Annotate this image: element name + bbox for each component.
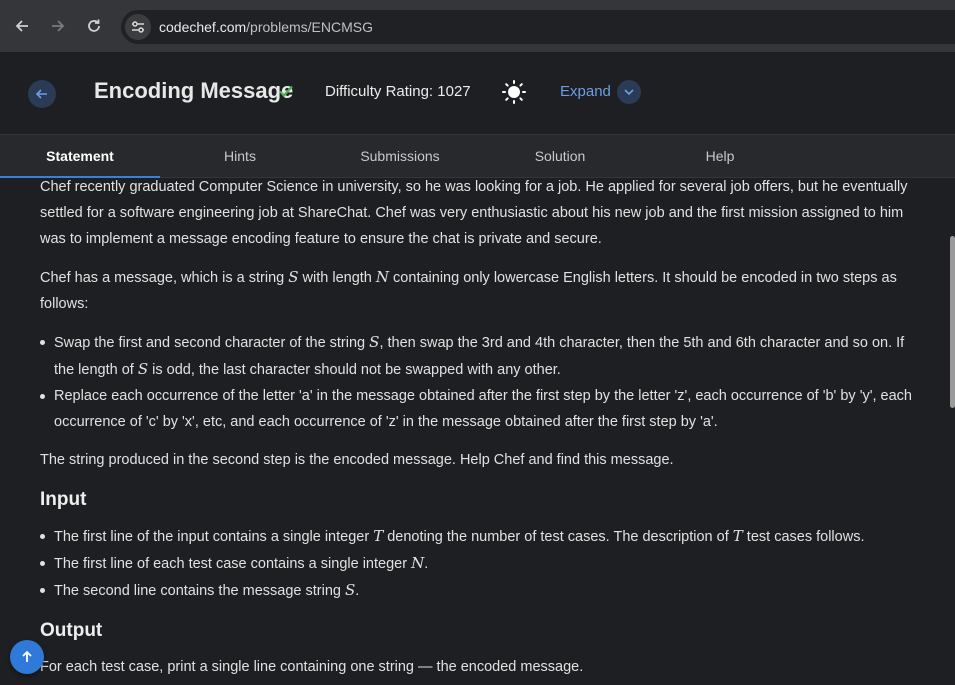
- text: The second line contains the message str…: [54, 583, 345, 599]
- arrow-left-icon: [35, 89, 47, 99]
- theme-toggle-button[interactable]: [502, 80, 526, 109]
- math-var: N: [411, 554, 425, 572]
- chevron-down-icon: [624, 89, 634, 96]
- url-host: codechef.com: [159, 19, 247, 35]
- text: Chef has a message, which is a string: [40, 270, 289, 286]
- browser-toolbar: codechef.com/problems/ENCMSG: [0, 0, 955, 52]
- problem-statement: Chef recently graduated Computer Science…: [0, 178, 940, 685]
- scroll-to-top-button[interactable]: [10, 640, 44, 674]
- text: is odd, the last character should not be…: [148, 362, 561, 378]
- browser-reload-button[interactable]: [76, 8, 112, 44]
- expand-button[interactable]: Expand: [560, 83, 611, 100]
- text: Swap the first and second character of t…: [54, 335, 370, 351]
- browser-forward-button[interactable]: [40, 8, 76, 44]
- math-var: T: [732, 527, 743, 545]
- statement-paragraph: The string produced in the second step i…: [40, 452, 674, 468]
- list-item: The first line of the input contains a s…: [40, 523, 920, 550]
- encoding-steps-list: Swap the first and second character of t…: [40, 329, 920, 435]
- back-to-problems-button[interactable]: [28, 80, 56, 108]
- page-title: Encoding Message: [94, 78, 294, 103]
- arrow-right-icon: [52, 20, 65, 32]
- math-var: T: [373, 527, 384, 545]
- math-var: N: [375, 268, 390, 286]
- url-text: codechef.com/problems/ENCMSG: [159, 19, 373, 35]
- expand-toggle[interactable]: [617, 80, 641, 104]
- problem-tabs: Statement Hints Submissions Solution Hel…: [0, 134, 955, 178]
- input-list: The first line of the input contains a s…: [40, 523, 920, 604]
- list-item: Swap the first and second character of t…: [40, 329, 920, 383]
- difficulty-rating: Difficulty Rating: 1027: [325, 83, 471, 100]
- text: denoting the number of test cases. The d…: [383, 529, 733, 545]
- url-path: /problems/ENCMSG: [246, 19, 373, 35]
- statement-paragraph: Chef recently graduated Computer Science…: [40, 179, 908, 247]
- statement-paragraph: Chef has a message, which is a string S …: [40, 264, 920, 317]
- math-var: S: [369, 333, 380, 351]
- tune-icon: [132, 21, 144, 33]
- sun-icon: [502, 80, 526, 104]
- scrollbar-thumb[interactable]: [950, 236, 955, 408]
- tab-submissions[interactable]: Submissions: [320, 135, 480, 177]
- input-heading: Input: [40, 489, 87, 510]
- browser-back-button[interactable]: [4, 8, 40, 44]
- statement-body: Chef recently graduated Computer Science…: [40, 178, 920, 685]
- text: .: [424, 556, 429, 572]
- statement-paragraph: For each test case, print a single line …: [40, 659, 584, 675]
- math-var: S: [288, 268, 299, 286]
- arrow-up-icon: [22, 650, 32, 662]
- list-item: Replace each occurrence of the letter 'a…: [40, 383, 920, 435]
- site-info-button[interactable]: [125, 14, 151, 40]
- list-item: The first line of each test case contain…: [40, 550, 920, 577]
- text: The first line of the input contains a s…: [54, 529, 374, 545]
- text: .: [355, 583, 360, 599]
- tab-hints[interactable]: Hints: [160, 135, 320, 177]
- tab-solution[interactable]: Solution: [480, 135, 640, 177]
- text: The first line of each test case contain…: [54, 556, 412, 572]
- tab-help[interactable]: Help: [640, 135, 800, 177]
- arrow-left-icon: [15, 20, 28, 32]
- address-bar[interactable]: codechef.com/problems/ENCMSG: [121, 10, 955, 44]
- check-icon: [278, 83, 294, 104]
- reload-icon: [88, 19, 100, 32]
- math-var: S: [137, 360, 149, 378]
- tab-statement[interactable]: Statement: [0, 135, 160, 177]
- text: test cases follows.: [742, 529, 865, 545]
- text: with length: [298, 270, 376, 286]
- math-var: S: [344, 581, 356, 599]
- output-heading: Output: [40, 620, 103, 641]
- list-item: The second line contains the message str…: [40, 577, 920, 604]
